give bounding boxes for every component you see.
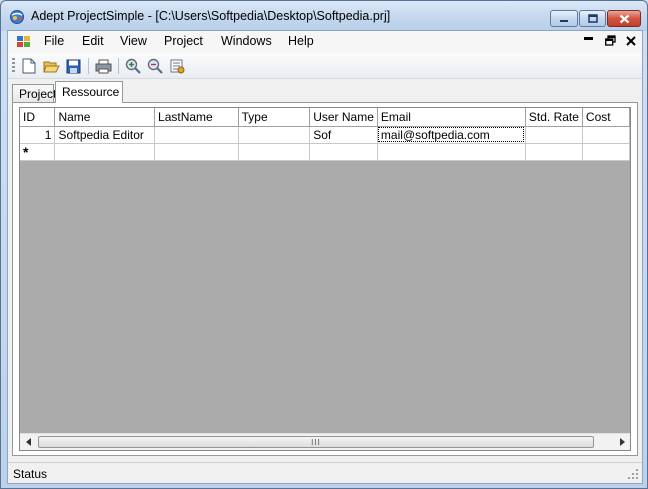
minimize-button[interactable]	[550, 10, 578, 27]
toolbar-separator	[118, 58, 119, 74]
new-row-cell[interactable]	[582, 143, 630, 161]
toolbar-separator	[88, 58, 89, 74]
resource-table: ID Name LastName Type User Name Email St…	[20, 108, 630, 161]
tab-label: Project	[19, 87, 57, 101]
toolbar	[8, 53, 642, 79]
ressource-panel: ID Name LastName Type User Name Email St…	[12, 102, 638, 456]
menu-help[interactable]: Help	[286, 34, 316, 48]
menu-view[interactable]: View	[118, 34, 149, 48]
zoom-out-button[interactable]	[146, 57, 164, 75]
new-row[interactable]: *	[20, 143, 630, 161]
cell-type[interactable]	[238, 126, 311, 144]
zoom-out-icon	[147, 58, 163, 74]
new-row-cell[interactable]	[525, 143, 583, 161]
menu-windows[interactable]: Windows	[219, 34, 274, 48]
minimize-icon	[560, 19, 568, 22]
new-row-cell[interactable]	[309, 143, 378, 161]
open-button[interactable]	[42, 57, 60, 75]
new-row-cell[interactable]	[377, 143, 526, 161]
menu-project[interactable]: Project	[162, 34, 205, 48]
window-title: Adept ProjectSimple - [C:\Users\Softpedi…	[31, 9, 391, 23]
app-icon[interactable]	[9, 9, 25, 25]
close-icon	[619, 14, 629, 23]
cell-email[interactable]: mail@softpedia.com	[377, 126, 526, 144]
new-row-marker[interactable]: *	[20, 143, 56, 161]
app-window: Adept ProjectSimple - [C:\Users\Softpedi…	[0, 0, 648, 489]
toolbar-grip[interactable]	[12, 58, 15, 74]
mdi-close-icon[interactable]	[626, 36, 636, 46]
mdi-child-icon[interactable]	[16, 35, 32, 49]
cell-cost[interactable]	[582, 126, 630, 144]
title-bar[interactable]: Adept ProjectSimple - [C:\Users\Softpedi…	[1, 1, 647, 31]
print-icon	[95, 59, 111, 73]
column-header-username[interactable]: User Name	[309, 108, 378, 127]
scroll-thumb[interactable]: III	[38, 436, 594, 448]
table-row[interactable]: 1 Softpedia Editor Sof mail@softpedia.co…	[20, 126, 630, 144]
status-text: Status	[13, 467, 48, 481]
arrow-right-icon	[619, 438, 625, 446]
cell-username[interactable]: Sof	[309, 126, 378, 144]
cell-std-rate[interactable]	[525, 126, 583, 144]
header-row: ID Name LastName Type User Name Email St…	[20, 108, 630, 127]
resource-grid[interactable]: ID Name LastName Type User Name Email St…	[19, 107, 631, 451]
cell-name[interactable]: Softpedia Editor	[54, 126, 156, 144]
scroll-left-button[interactable]	[20, 434, 37, 450]
arrow-left-icon	[25, 438, 31, 446]
save-button[interactable]	[64, 57, 82, 75]
size-grip-icon[interactable]	[627, 468, 639, 480]
column-header-type[interactable]: Type	[238, 108, 311, 127]
scroll-right-button[interactable]	[613, 434, 630, 450]
menu-file[interactable]: File	[42, 34, 66, 48]
column-header-lastname[interactable]: LastName	[154, 108, 239, 127]
column-header-cost[interactable]: Cost	[582, 108, 630, 127]
maximize-button[interactable]	[579, 10, 606, 27]
mdi-restore-icon[interactable]	[605, 35, 616, 46]
maximize-icon	[587, 14, 598, 23]
mdi-minimize-icon[interactable]	[584, 37, 594, 40]
new-row-cell[interactable]	[238, 143, 311, 161]
cell-lastname[interactable]	[154, 126, 239, 144]
new-row-cell[interactable]	[54, 143, 156, 161]
client-area: File Edit View Project Windows Help Proj…	[7, 30, 643, 484]
status-bar: Status	[8, 462, 642, 483]
column-header-email[interactable]: Email	[377, 108, 526, 127]
properties-icon	[170, 59, 185, 74]
column-header-name[interactable]: Name	[54, 108, 156, 127]
open-icon	[42, 61, 60, 72]
tab-strip: Project Ressource	[12, 81, 638, 103]
horizontal-scrollbar[interactable]: III	[20, 433, 630, 450]
scroll-grip-icon: III	[311, 437, 321, 447]
zoom-in-icon	[125, 58, 141, 74]
tab-ressource[interactable]: Ressource	[55, 81, 123, 103]
column-header-std-rate[interactable]: Std. Rate	[525, 108, 583, 127]
new-row-cell[interactable]	[154, 143, 239, 161]
menu-bar: File Edit View Project Windows Help	[8, 31, 642, 53]
menu-edit[interactable]: Edit	[80, 34, 106, 48]
tab-label: Ressource	[62, 85, 120, 99]
new-button[interactable]	[20, 57, 38, 75]
new-row-asterisk-icon: *	[23, 143, 29, 160]
save-icon	[66, 59, 80, 73]
cell-id[interactable]: 1	[20, 126, 56, 144]
close-button[interactable]	[607, 10, 641, 27]
properties-button[interactable]	[168, 57, 186, 75]
zoom-in-button[interactable]	[124, 57, 142, 75]
print-button[interactable]	[94, 57, 112, 75]
column-header-id[interactable]: ID	[20, 108, 56, 127]
new-icon	[22, 58, 36, 74]
tab-project[interactable]: Project	[12, 84, 57, 103]
